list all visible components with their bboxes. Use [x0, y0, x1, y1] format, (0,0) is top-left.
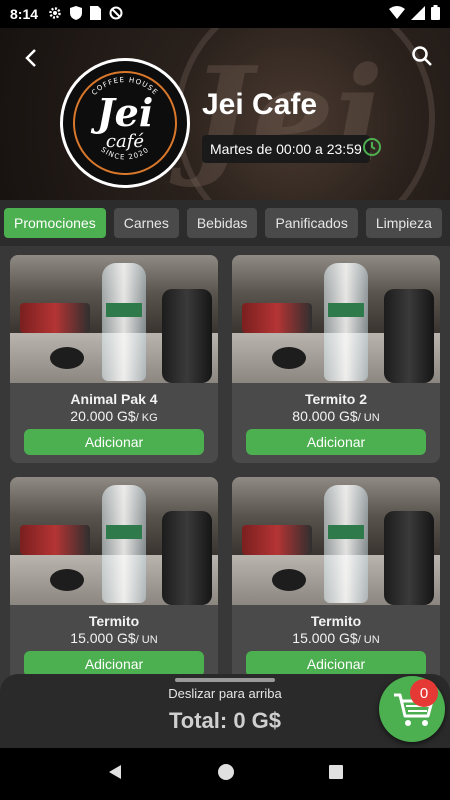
product-grid: Animal Pak 4 20.000 G$/ KG Adicionar Ter… — [0, 246, 450, 748]
product-price: 20.000 G$/ KG — [10, 408, 218, 424]
square-recents-icon — [328, 764, 343, 779]
tab-promociones[interactable]: Promociones — [4, 208, 106, 238]
circle-home-icon — [217, 763, 234, 780]
product-image — [10, 255, 218, 383]
price-unit: / UN — [357, 634, 380, 646]
product-card[interactable]: Termito 2 80.000 G$/ UN Adicionar — [232, 255, 440, 463]
price-unit: / KG — [135, 412, 158, 424]
nav-back-button[interactable] — [106, 763, 124, 786]
battery-icon — [431, 5, 440, 23]
triangle-back-icon — [109, 764, 122, 779]
search-button[interactable] — [410, 44, 434, 68]
search-icon — [412, 46, 432, 66]
product-image — [232, 477, 440, 605]
do-not-disturb-icon — [109, 6, 123, 23]
category-tabs: Promociones Carnes Bebidas Panificados L… — [0, 200, 450, 246]
product-image — [10, 477, 218, 605]
price-value: 80.000 G$ — [292, 408, 358, 424]
signal-icon — [411, 5, 425, 23]
tab-carnes[interactable]: Carnes — [113, 208, 179, 238]
price-unit: / UN — [357, 412, 380, 424]
product-price: 15.000 G$/ UN — [10, 630, 218, 646]
wifi-icon — [389, 6, 405, 22]
logo-wordmark: Jei café — [96, 89, 154, 152]
store-name: Jei Cafe — [202, 88, 318, 121]
status-bar: 8:14 — [0, 0, 450, 28]
store-header: Jei COFFEE HOUSE SINCE 2020 Jei café Jei… — [0, 28, 450, 200]
product-card[interactable]: Animal Pak 4 20.000 G$/ KG Adicionar — [10, 255, 218, 463]
product-card[interactable]: Termito 15.000 G$/ UN Adicionar — [10, 477, 218, 685]
cart-count-badge: 0 — [410, 679, 438, 707]
tab-limpieza[interactable]: Limpieza — [365, 208, 442, 238]
nav-recents-button[interactable] — [328, 764, 344, 785]
store-hours: Martes de 00:00 a 23:59 — [202, 135, 370, 163]
product-name: Animal Pak 4 — [70, 391, 158, 407]
sheet-drag-handle[interactable] — [175, 678, 275, 682]
sim-card-icon — [90, 5, 102, 23]
product-name: Termito 2 — [305, 391, 367, 407]
logo-main-text: Jei — [96, 89, 154, 135]
product-price: 15.000 G$/ UN — [232, 630, 440, 646]
nav-home-button[interactable] — [217, 763, 235, 786]
product-image — [232, 255, 440, 383]
shield-icon — [70, 5, 83, 23]
system-navigation-bar — [0, 748, 450, 800]
price-value: 20.000 G$ — [70, 408, 136, 424]
clock-icon — [362, 137, 382, 157]
tab-panificados[interactable]: Panificados — [265, 208, 358, 238]
tab-bebidas[interactable]: Bebidas — [186, 208, 258, 238]
product-name: Termito — [88, 613, 140, 629]
price-unit: / UN — [135, 634, 158, 646]
status-time: 8:14 — [10, 6, 39, 22]
back-button[interactable] — [20, 46, 44, 70]
product-name: Termito — [310, 613, 362, 629]
add-to-cart-button[interactable]: Adicionar — [24, 429, 204, 455]
price-value: 15.000 G$ — [292, 630, 358, 646]
product-card[interactable]: Termito 15.000 G$/ UN Adicionar — [232, 477, 440, 685]
settings-icon — [48, 6, 62, 23]
add-to-cart-button[interactable]: Adicionar — [246, 429, 426, 455]
store-logo: COFFEE HOUSE SINCE 2020 Jei café — [60, 58, 190, 188]
price-value: 15.000 G$ — [70, 630, 136, 646]
arrow-back-icon — [25, 49, 36, 67]
product-price: 80.000 G$/ UN — [232, 408, 440, 424]
